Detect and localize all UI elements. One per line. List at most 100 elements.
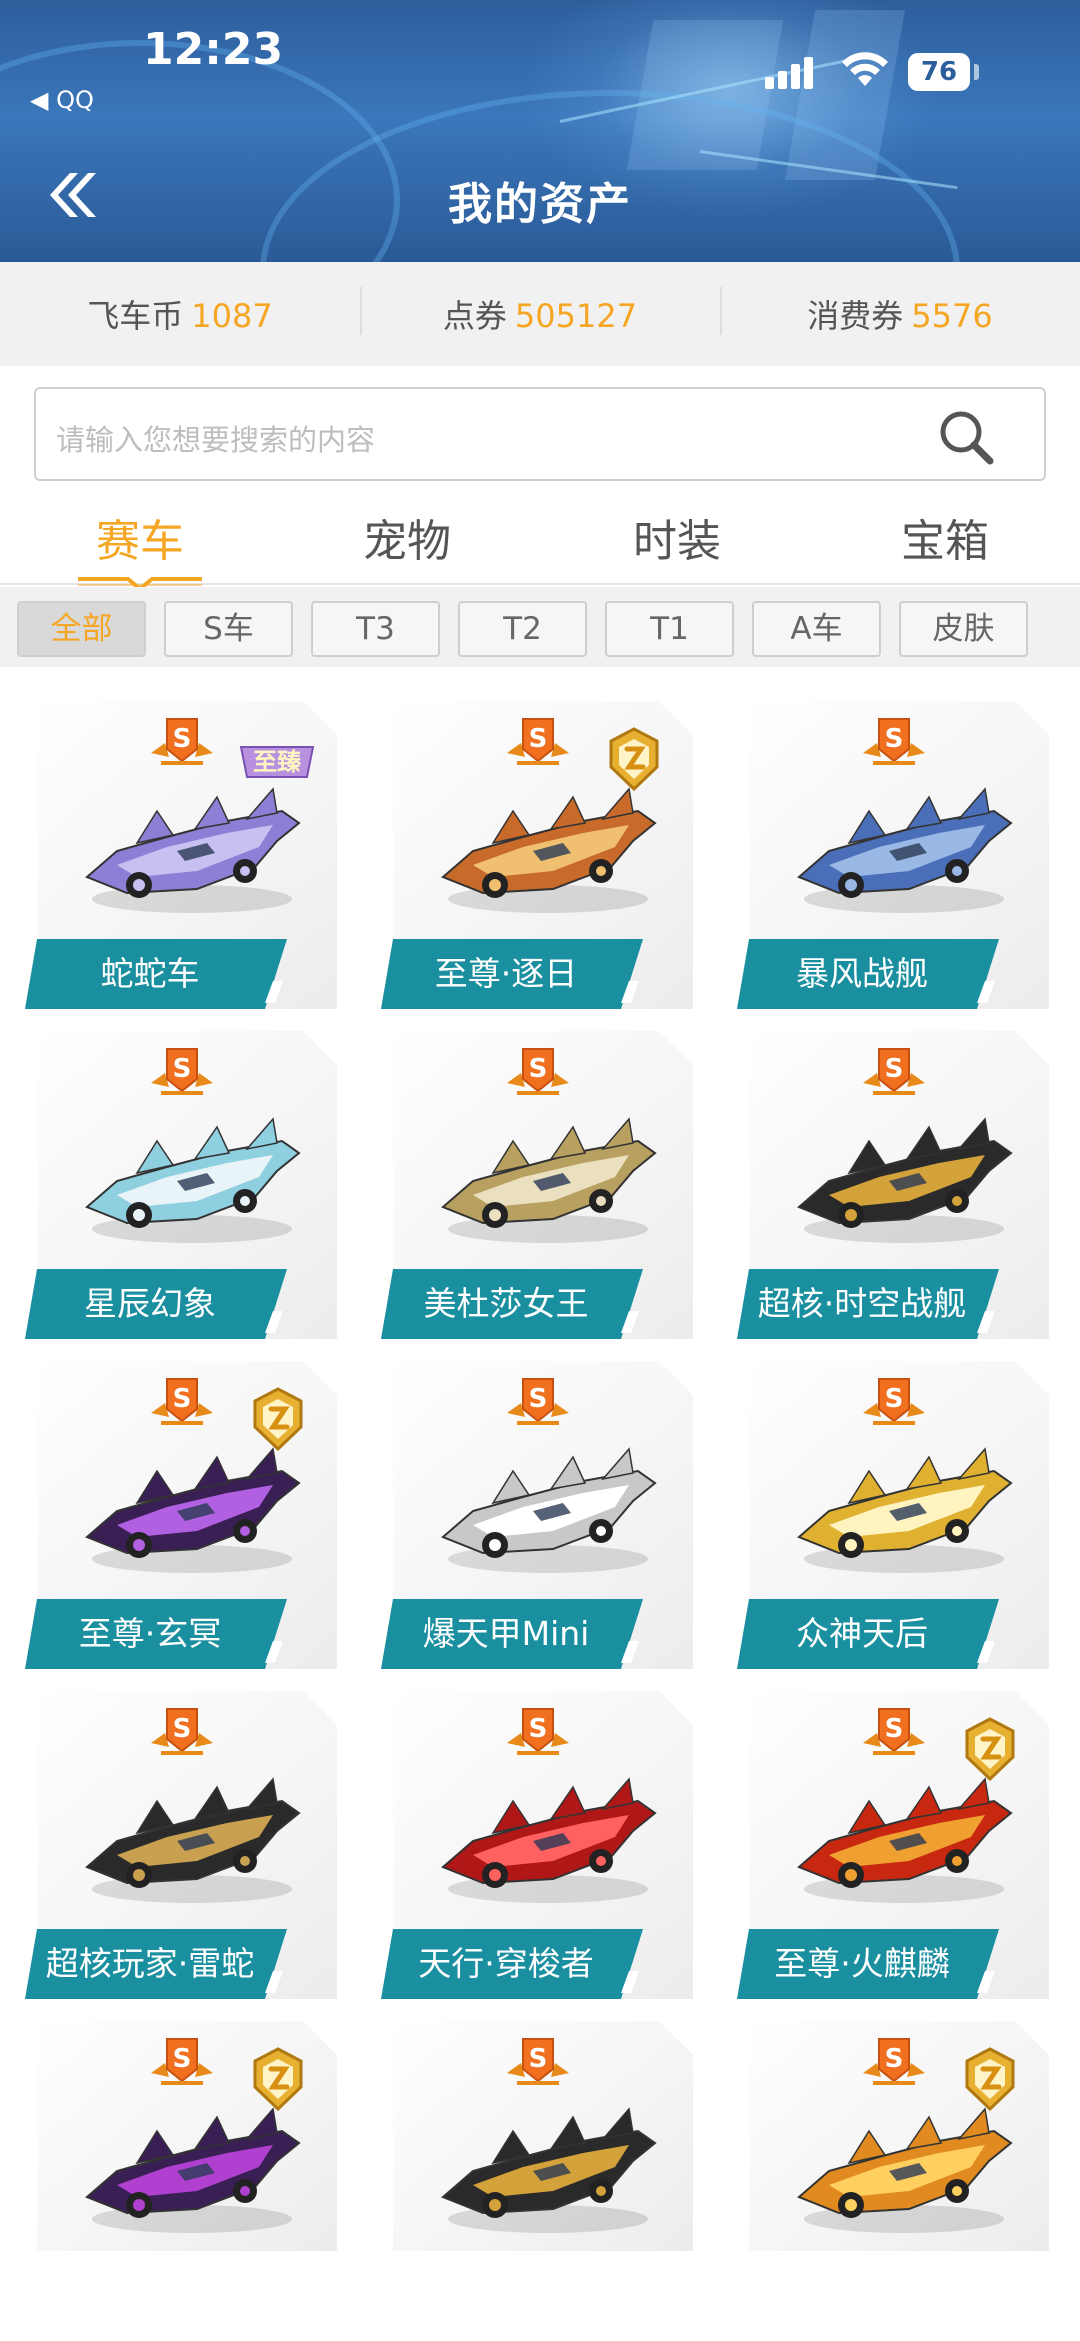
- race-car-icon: [797, 1777, 1013, 1903]
- search-placeholder: 请输入您想要搜索的内容: [56, 423, 376, 457]
- card-corner-fold: [659, 1691, 693, 1725]
- car-card[interactable]: S 众神天后: [737, 1361, 1049, 1669]
- car-name-label: 众神天后: [737, 1599, 1005, 1669]
- s-grade-badge-icon: S: [863, 2038, 925, 2085]
- balance-xiaofeiquan: 消费券 5576: [720, 287, 1080, 337]
- svg-text:S: S: [529, 1384, 548, 1414]
- car-name-label: 美杜莎女王: [381, 1269, 649, 1339]
- tab-chests[interactable]: 宝箱: [845, 505, 1045, 569]
- s-grade-badge-icon: S: [151, 1378, 213, 1425]
- s-grade-badge-icon: S: [151, 1708, 213, 1755]
- filter-s-car[interactable]: S车: [164, 601, 293, 657]
- zhizhen-tag: 至臻: [237, 743, 317, 781]
- s-grade-badge-icon: S: [151, 718, 213, 765]
- car-card[interactable]: S 暴风战舰: [737, 701, 1049, 1009]
- car-name: 爆天甲Mini: [422, 1614, 590, 1653]
- race-car-icon: [441, 1447, 657, 1573]
- car-card[interactable]: S 天行·穿梭者: [381, 1691, 693, 1999]
- card-corner-fold: [1015, 1031, 1049, 1065]
- race-car-icon: [85, 787, 301, 913]
- svg-text:S: S: [885, 2044, 904, 2074]
- race-car-icon: [441, 1117, 657, 1243]
- race-car-icon: [797, 1117, 1013, 1243]
- car-name: 星辰幻象: [84, 1284, 216, 1323]
- race-car-icon: [797, 1447, 1013, 1573]
- filter-t3[interactable]: T3: [311, 601, 440, 657]
- page-title: 我的资产: [448, 179, 632, 230]
- car-name: 至尊·玄冥: [78, 1614, 222, 1653]
- s-grade-badge-icon: S: [507, 2038, 569, 2085]
- filter-skin[interactable]: 皮肤: [899, 601, 1028, 657]
- car-name-label: 爆天甲Mini: [381, 1599, 649, 1669]
- car-grid: S 至臻 蛇蛇车 S 至尊·逐日 S 暴风战舰 S 星辰幻象 S 美杜莎女王 S 超核·时空战舰 S 至尊·…: [0, 667, 1080, 2341]
- tab-pets[interactable]: 宠物: [307, 505, 507, 569]
- race-car-icon: [797, 787, 1013, 913]
- car-card[interactable]: S 至臻蛇蛇车: [25, 701, 337, 1009]
- race-car-icon: [85, 2107, 301, 2233]
- search-icon[interactable]: [936, 407, 996, 467]
- race-car-icon: [85, 1117, 301, 1243]
- s-grade-badge-icon: S: [151, 1048, 213, 1095]
- tab-fashion[interactable]: 时装: [577, 505, 777, 569]
- car-card[interactable]: S 至尊·逐日: [381, 701, 693, 1009]
- app-header: 12:23 ◀ QQ 76 我的资产: [0, 0, 1080, 262]
- tab-cars[interactable]: 赛车: [40, 505, 240, 569]
- car-card[interactable]: S 美杜莎女王: [381, 1031, 693, 1339]
- car-name-label: 暴风战舰: [737, 939, 1005, 1009]
- car-name: 蛇蛇车: [100, 954, 200, 993]
- svg-text:S: S: [173, 1054, 192, 1084]
- car-name: 超核玩家·雷蛇: [45, 1944, 255, 1983]
- balance-label: 消费券: [807, 297, 904, 335]
- car-card[interactable]: S: [749, 2021, 1049, 2251]
- balance-label: 点券: [442, 297, 507, 335]
- svg-text:S: S: [529, 1054, 548, 1084]
- s-grade-badge-icon: S: [863, 1048, 925, 1095]
- status-back-to-app[interactable]: ◀ QQ: [30, 86, 94, 114]
- car-card[interactable]: S 至尊·玄冥: [25, 1361, 337, 1669]
- car-card[interactable]: S 超核·时空战舰: [737, 1031, 1049, 1339]
- car-card[interactable]: S 至尊·火麒麟: [737, 1691, 1049, 1999]
- s-grade-badge-icon: S: [507, 718, 569, 765]
- car-card[interactable]: S 超核玩家·雷蛇: [25, 1691, 337, 1999]
- svg-text:S: S: [885, 1384, 904, 1414]
- car-card[interactable]: S 星辰幻象: [25, 1031, 337, 1339]
- battery-icon: 76: [908, 53, 970, 91]
- svg-text:S: S: [529, 2044, 548, 2074]
- status-time: 12:23: [143, 24, 284, 75]
- svg-text:S: S: [885, 1714, 904, 1744]
- car-name: 至尊·逐日: [434, 954, 578, 993]
- filter-all[interactable]: 全部: [17, 601, 146, 657]
- grade-filter-bar: 全部 S车 T3 T2 T1 A车 皮肤: [0, 587, 1080, 667]
- svg-text:S: S: [885, 1054, 904, 1084]
- svg-text:S: S: [173, 2044, 192, 2074]
- card-corner-fold: [659, 1031, 693, 1065]
- svg-text:S: S: [529, 724, 548, 754]
- car-name: 暴风战舰: [796, 954, 928, 993]
- car-name: 超核·时空战舰: [757, 1284, 967, 1323]
- car-card[interactable]: S: [37, 2021, 337, 2251]
- car-card[interactable]: S: [393, 2021, 693, 2251]
- filter-a-car[interactable]: A车: [752, 601, 881, 657]
- card-corner-fold: [1015, 701, 1049, 735]
- battery-tip: [974, 64, 979, 80]
- race-car-icon: [85, 1447, 301, 1573]
- search-input[interactable]: 请输入您想要搜索的内容: [34, 387, 1046, 481]
- s-grade-badge-icon: S: [151, 2038, 213, 2085]
- race-car-icon: [441, 787, 657, 913]
- balance-value: 505127: [514, 297, 638, 335]
- balance-feiche-coin: 飞车币 1087: [0, 291, 360, 337]
- card-corner-fold: [303, 2021, 337, 2055]
- car-card[interactable]: S 爆天甲Mini: [381, 1361, 693, 1669]
- car-name-label: 超核玩家·雷蛇: [25, 1929, 293, 1999]
- svg-text:S: S: [885, 724, 904, 754]
- filter-t2[interactable]: T2: [458, 601, 587, 657]
- filter-t1[interactable]: T1: [605, 601, 734, 657]
- car-name: 天行·穿梭者: [418, 1944, 594, 1983]
- car-name-label: 星辰幻象: [25, 1269, 293, 1339]
- car-name-label: 至尊·玄冥: [25, 1599, 293, 1669]
- balance-value: 1087: [191, 297, 273, 335]
- svg-text:S: S: [173, 1714, 192, 1744]
- s-grade-badge-icon: S: [507, 1378, 569, 1425]
- race-car-icon: [441, 1777, 657, 1903]
- wifi-icon: [842, 52, 888, 86]
